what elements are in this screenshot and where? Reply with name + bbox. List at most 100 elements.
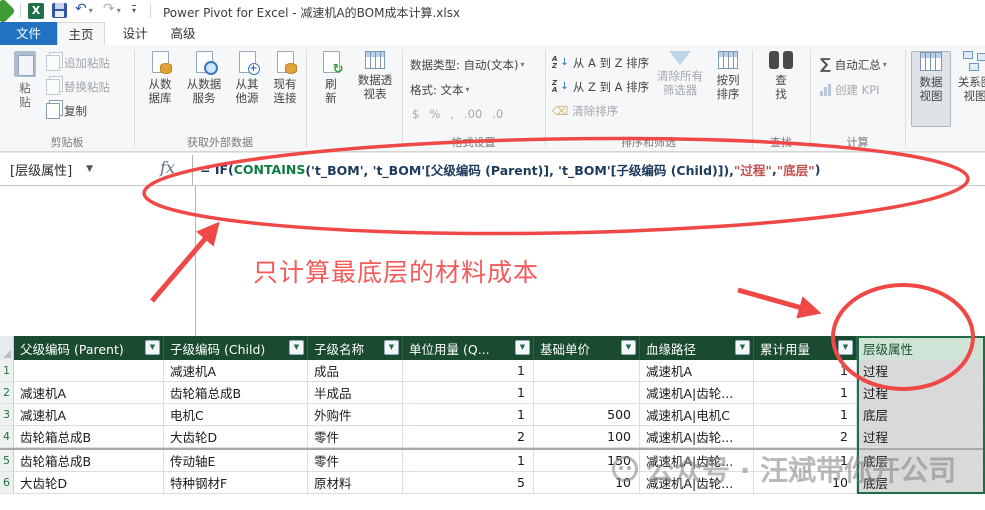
save-icon[interactable] xyxy=(52,3,67,18)
cell-path[interactable]: 减速机A|齿轮... xyxy=(640,426,754,448)
column-filter-button[interactable]: ▼ xyxy=(384,340,399,355)
cell-name[interactable]: 原材料 xyxy=(308,472,403,494)
data-type-dropdown[interactable]: 数据类型: 自动(文本) ▾ xyxy=(410,54,525,75)
cell-child[interactable]: 齿轮箱总成B xyxy=(164,382,308,404)
cell-price[interactable]: 500 xyxy=(534,404,640,426)
cell-child[interactable]: 减速机A xyxy=(164,360,308,382)
cell-qty[interactable]: 5 xyxy=(403,472,534,494)
column-filter-button[interactable]: ▼ xyxy=(145,340,160,355)
select-all-corner[interactable] xyxy=(0,336,14,360)
find-button[interactable]: 查 找 xyxy=(762,51,800,127)
cell-path[interactable]: 减速机A|电机C xyxy=(640,404,754,426)
cell-qty[interactable]: 2 xyxy=(403,426,534,448)
column-header-name[interactable]: 子级名称▼ xyxy=(308,336,403,360)
tab-home[interactable]: 主页 xyxy=(57,22,105,45)
cell-child[interactable]: 电机C xyxy=(164,404,308,426)
cell-price[interactable] xyxy=(534,360,640,382)
cell-parent[interactable]: 齿轮箱总成B xyxy=(14,426,164,448)
row-number[interactable]: 3 xyxy=(0,404,14,426)
cell-cum[interactable]: 1 xyxy=(754,404,857,426)
sort-by-column-button[interactable]: 按列 排序 xyxy=(706,51,750,127)
cell-path[interactable]: 减速机A xyxy=(640,360,754,382)
excel-icon[interactable]: X xyxy=(28,3,44,19)
cell-name[interactable]: 半成品 xyxy=(308,382,403,404)
cell-name[interactable]: 零件 xyxy=(308,426,403,448)
from-other-sources-button[interactable]: + 从其 他源 xyxy=(228,51,266,127)
cell-parent[interactable]: 减速机A xyxy=(14,404,164,426)
column-filter-button[interactable]: ▼ xyxy=(621,340,636,355)
column-header-child[interactable]: 子级编码 (Child)▼ xyxy=(164,336,308,360)
cell-price[interactable] xyxy=(534,382,640,404)
cell-price[interactable]: 100 xyxy=(534,426,640,448)
row-number[interactable]: 4 xyxy=(0,426,14,448)
paste-button[interactable]: 粘 贴 xyxy=(8,51,42,127)
cell-name[interactable]: 成品 xyxy=(308,360,403,382)
currency-format-button[interactable]: $ xyxy=(412,107,419,121)
column-header-level[interactable]: 层级属性 xyxy=(857,336,985,360)
column-header-label: 单位用量 (Q... xyxy=(409,339,490,358)
cell-child[interactable]: 特种钢材F xyxy=(164,472,308,494)
cell-qty[interactable]: 1 xyxy=(403,360,534,382)
decrease-decimal-button[interactable]: .0 xyxy=(492,107,503,121)
existing-connections-button[interactable]: 现有 连接 xyxy=(266,51,304,127)
cell-qty[interactable]: 1 xyxy=(403,404,534,426)
column-filter-button[interactable]: ▼ xyxy=(838,340,853,355)
column-header-price[interactable]: 基础单价▼ xyxy=(534,336,640,360)
refresh-button[interactable]: ↻ 刷 新 xyxy=(314,51,348,127)
tab-design[interactable]: 设计 xyxy=(115,22,155,45)
cell-parent[interactable] xyxy=(14,360,164,382)
cell-parent[interactable]: 减速机A xyxy=(14,382,164,404)
cell-level[interactable]: 过程 xyxy=(857,382,985,404)
column-header-cum[interactable]: 累计用量▼ xyxy=(754,336,857,360)
cell-child[interactable]: 大齿轮D xyxy=(164,426,308,448)
sort-za-button[interactable]: ZA↓ 从 Z 到 A 排序 xyxy=(552,76,649,97)
cell-parent[interactable]: 齿轮箱总成B xyxy=(14,450,164,472)
from-data-service-button[interactable]: 从数据 服务 xyxy=(182,51,226,127)
row-number[interactable]: 6 xyxy=(0,472,14,494)
diagram-view-button[interactable]: 关系图 视图 xyxy=(953,51,985,127)
copy-button[interactable]: 复制 xyxy=(46,100,87,121)
row-number[interactable]: 2 xyxy=(0,382,14,404)
column-filter-button[interactable]: ▼ xyxy=(289,340,304,355)
column-header-qty[interactable]: 单位用量 (Q... ▼ xyxy=(403,336,534,360)
thousands-format-button[interactable]: , xyxy=(450,107,454,121)
undo-icon[interactable]: ↶▾ xyxy=(75,2,93,18)
name-box[interactable]: [层级属性] ▼ xyxy=(0,153,148,185)
column-filter-button[interactable]: ▼ xyxy=(735,340,750,355)
tab-advanced[interactable]: 高级 xyxy=(163,22,203,45)
data-view-button[interactable]: 数据 视图 xyxy=(911,51,951,127)
toolbar-options-icon[interactable]: ▾ xyxy=(132,5,136,16)
row-number[interactable]: 1 xyxy=(0,360,14,382)
tab-file[interactable]: 文件 xyxy=(0,22,57,45)
increase-decimal-button[interactable]: .00 xyxy=(464,107,482,121)
row-number[interactable]: 5 xyxy=(0,450,14,472)
chevron-down-icon: ▼ xyxy=(843,344,848,351)
cell-cum[interactable]: 1 xyxy=(754,360,857,382)
cell-qty[interactable]: 1 xyxy=(403,382,534,404)
chevron-down-icon[interactable]: ▼ xyxy=(86,164,93,174)
cell-level[interactable]: 过程 xyxy=(857,426,985,448)
cell-level[interactable]: 过程 xyxy=(857,360,985,382)
cell-name[interactable]: 零件 xyxy=(308,450,403,472)
cell-cum[interactable]: 2 xyxy=(754,426,857,448)
cell-name[interactable]: 外购件 xyxy=(308,404,403,426)
autosum-button[interactable]: ∑ 自动汇总 ▾ xyxy=(820,54,887,75)
cell-qty[interactable]: 1 xyxy=(403,450,534,472)
percent-format-button[interactable]: % xyxy=(429,107,440,121)
pivottable-button[interactable]: 数据透 视表 xyxy=(352,51,398,127)
column-filter-button[interactable]: ▼ xyxy=(515,340,530,355)
format-dropdown[interactable]: 格式: 文本 ▾ xyxy=(410,79,470,100)
sort-az-button[interactable]: AZ↓ 从 A 到 Z 排序 xyxy=(552,52,649,73)
clipboard-icon xyxy=(14,51,36,77)
cell-child[interactable]: 传动轴E xyxy=(164,450,308,472)
cell-level[interactable]: 底层 xyxy=(857,404,985,426)
column-header-path[interactable]: 血缘路径▼ xyxy=(640,336,754,360)
cell-cum[interactable]: 1 xyxy=(754,382,857,404)
chevron-down-icon[interactable]: ▾ xyxy=(89,6,93,15)
cell-path[interactable]: 减速机A|齿轮... xyxy=(640,382,754,404)
formula-input[interactable]: = IF(CONTAINS('t_BOM', 't_BOM'[父级编码 (Par… xyxy=(200,153,820,185)
chevron-down-icon[interactable]: ▾ xyxy=(117,6,121,15)
column-header-parent[interactable]: 父级编码 (Parent)▼ xyxy=(14,336,164,360)
cell-parent[interactable]: 大齿轮D xyxy=(14,472,164,494)
from-database-button[interactable]: 从数 据库 xyxy=(140,51,180,127)
